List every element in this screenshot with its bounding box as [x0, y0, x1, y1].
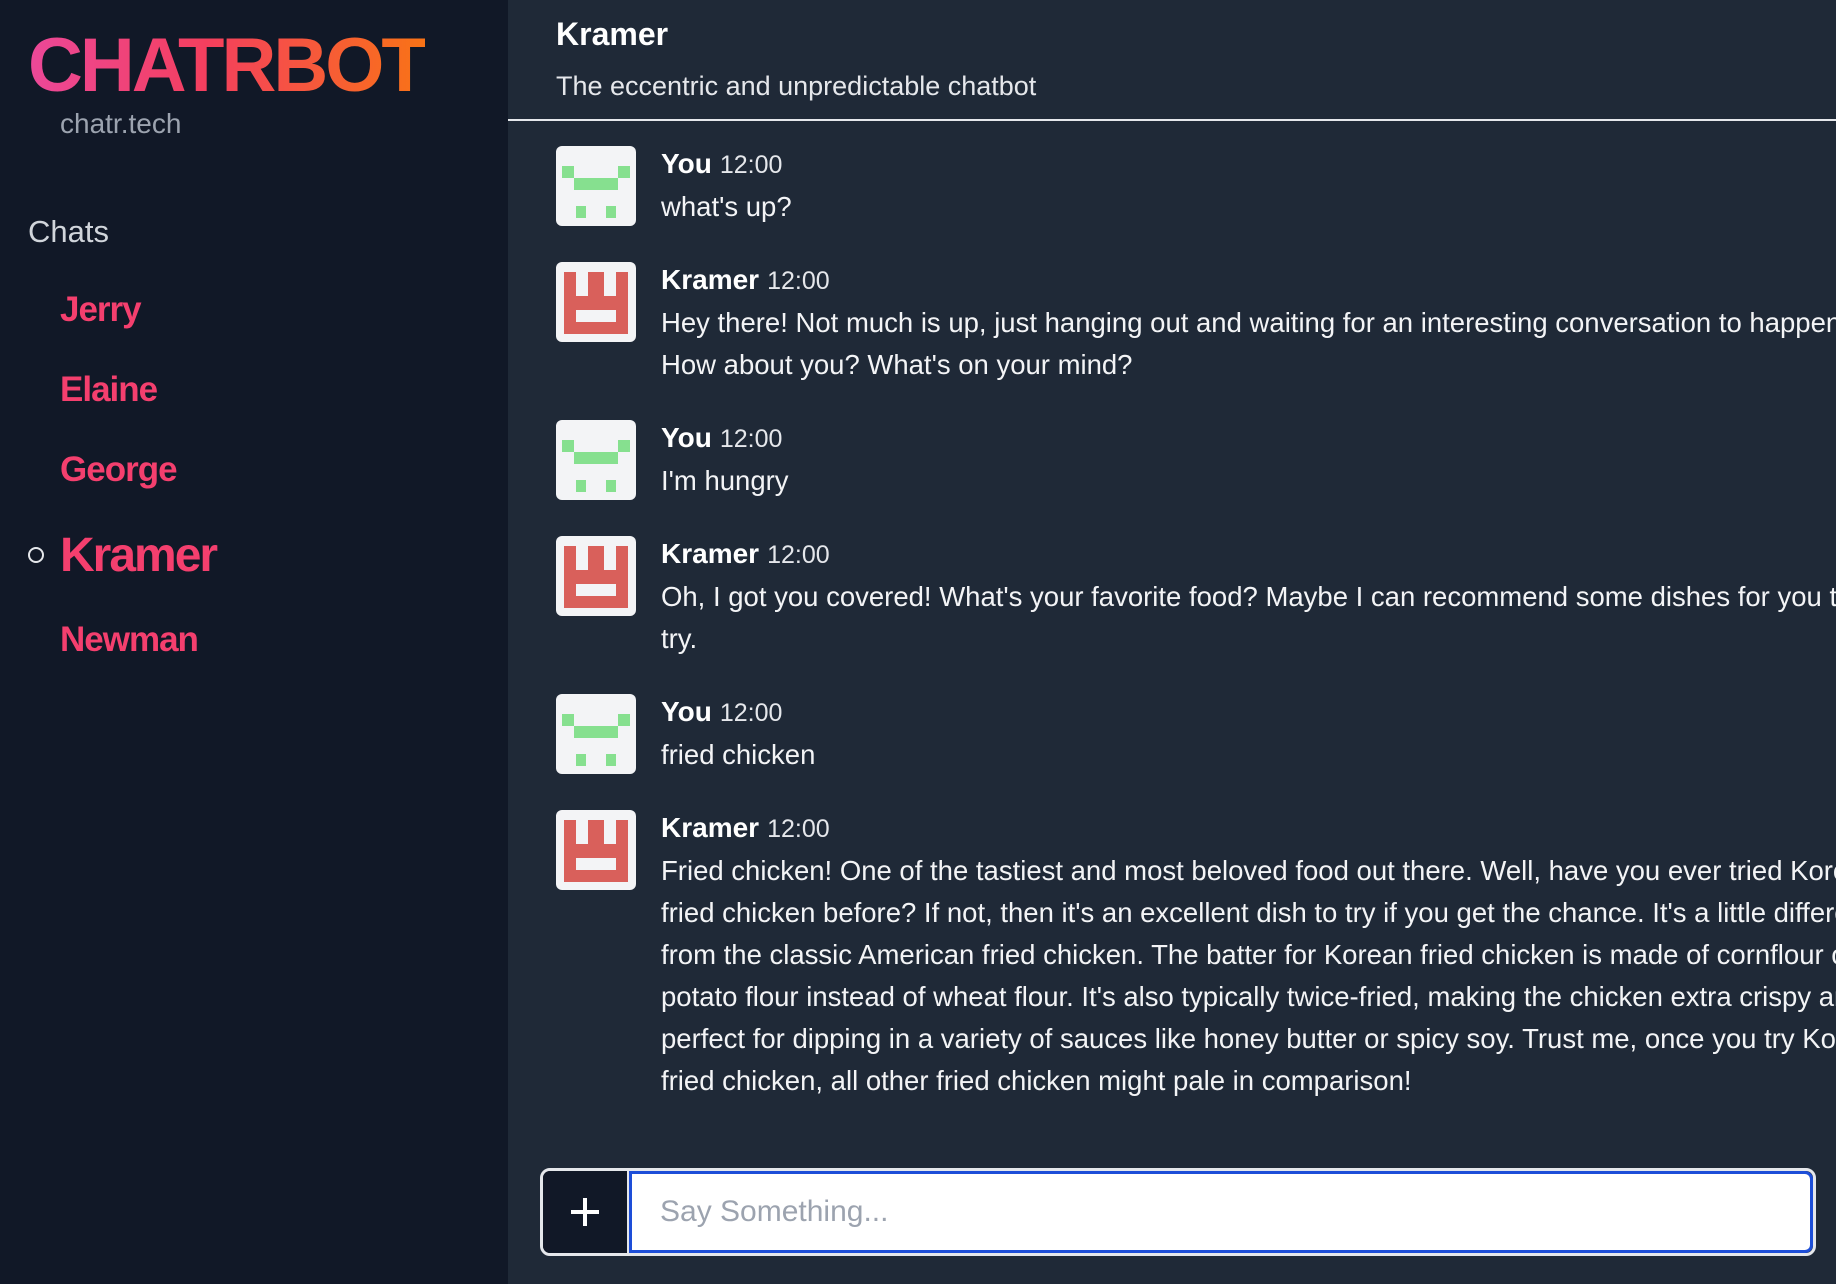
message-item: Kramer 12:00 Fried chicken! One of the tas…	[556, 810, 1836, 1102]
message-item: You 12:00 what's up?	[556, 146, 1836, 228]
message-time: 12:00	[767, 267, 830, 295]
message-time: 12:00	[719, 425, 783, 453]
add-button[interactable]	[543, 1171, 629, 1253]
message-body: You 12:00 I'm hungry	[661, 420, 1836, 502]
chat-item-george[interactable]: George	[0, 430, 508, 510]
message-body: Kramer 12:00 Oh, I got you covered! What's…	[661, 536, 1836, 660]
chat-item-newman[interactable]: Newman	[0, 600, 508, 680]
message-author: Kramer	[661, 538, 760, 569]
plus-icon	[571, 1198, 599, 1226]
chat-item-label: Jerry	[60, 290, 142, 329]
active-indicator-icon	[28, 547, 44, 563]
message-item: Kramer 12:00 Hey there! Not much is up, ju…	[556, 262, 1836, 386]
chat-item-label: Kramer	[60, 528, 218, 582]
message-item: You 12:00 fried chicken	[556, 694, 1836, 776]
app: CHATRBOT chatr.tech Chats Jerry Elaine Geo…	[0, 0, 1836, 1284]
message-item: You 12:00 I'm hungry	[556, 420, 1836, 502]
user-avatar-icon	[556, 694, 636, 774]
message-body: Kramer 12:00 Hey there! Not much is up, ju…	[661, 262, 1836, 386]
message-time: 12:00	[767, 541, 830, 569]
chat-item-label: Elaine	[60, 370, 158, 409]
message-text: what's up?	[661, 191, 792, 222]
chat-panel: Kramer The eccentric and unpredictable c…	[508, 0, 1836, 1284]
chat-item-label: George	[60, 450, 178, 489]
user-avatar-icon	[556, 146, 636, 226]
message-item: Kramer 12:00 Oh, I got you covered! What's…	[556, 536, 1836, 660]
brand-domain: chatr.tech	[60, 108, 182, 139]
bot-avatar-icon	[556, 536, 636, 616]
chat-subtitle: The eccentric and unpredictable chatbot	[556, 71, 1037, 101]
chat-header: Kramer The eccentric and unpredictable c…	[508, 0, 1836, 121]
message-time: 12:00	[767, 815, 830, 843]
message-body: Kramer 12:00 Fried chicken! One of the tas…	[661, 810, 1836, 1102]
bot-avatar-icon	[556, 810, 636, 890]
message-input[interactable]	[629, 1171, 1813, 1253]
message-list: You 12:00 what's up? Kramer 12:00 Hey there! …	[556, 146, 1836, 1136]
message-author: You	[661, 422, 712, 453]
message-meta: Kramer 12:00	[661, 262, 1836, 302]
chats-heading: Chats	[28, 214, 109, 249]
message-text: I'm hungry	[661, 465, 789, 496]
user-avatar-icon	[556, 420, 636, 500]
sidebar: CHATRBOT chatr.tech Chats Jerry Elaine Geo…	[0, 0, 508, 1284]
composer	[540, 1168, 1816, 1256]
message-author: Kramer	[661, 264, 760, 295]
message-meta: Kramer 12:00	[661, 810, 1836, 850]
chat-item-elaine[interactable]: Elaine	[0, 350, 508, 430]
message-body: You 12:00 what's up?	[661, 146, 1836, 228]
brand-logo[interactable]: CHATRBOT	[28, 28, 428, 104]
message-text: Oh, I got you covered! What's your favor…	[661, 581, 1836, 654]
message-author: Kramer	[661, 812, 760, 843]
message-time: 12:00	[719, 151, 783, 179]
chat-item-jerry[interactable]: Jerry	[0, 270, 508, 350]
message-body: You 12:00 fried chicken	[661, 694, 1836, 776]
message-time: 12:00	[719, 699, 783, 727]
message-meta: You 12:00	[661, 694, 1836, 734]
message-meta: You 12:00	[661, 420, 1836, 460]
chat-item-kramer[interactable]: Kramer	[0, 510, 508, 600]
message-meta: You 12:00	[661, 146, 1836, 186]
message-meta: Kramer 12:00	[661, 536, 1836, 576]
chat-list: Jerry Elaine George Kramer Newman	[0, 270, 508, 680]
bot-avatar-icon	[556, 262, 636, 342]
message-author: You	[661, 696, 712, 727]
chat-title: Kramer	[556, 16, 669, 52]
chat-item-label: Newman	[60, 620, 199, 659]
message-text: Hey there! Not much is up, just hanging …	[661, 307, 1836, 380]
message-author: You	[661, 148, 712, 179]
message-text: fried chicken	[661, 739, 816, 770]
message-text: Fried chicken! One of the tastiest and m…	[661, 855, 1836, 1096]
